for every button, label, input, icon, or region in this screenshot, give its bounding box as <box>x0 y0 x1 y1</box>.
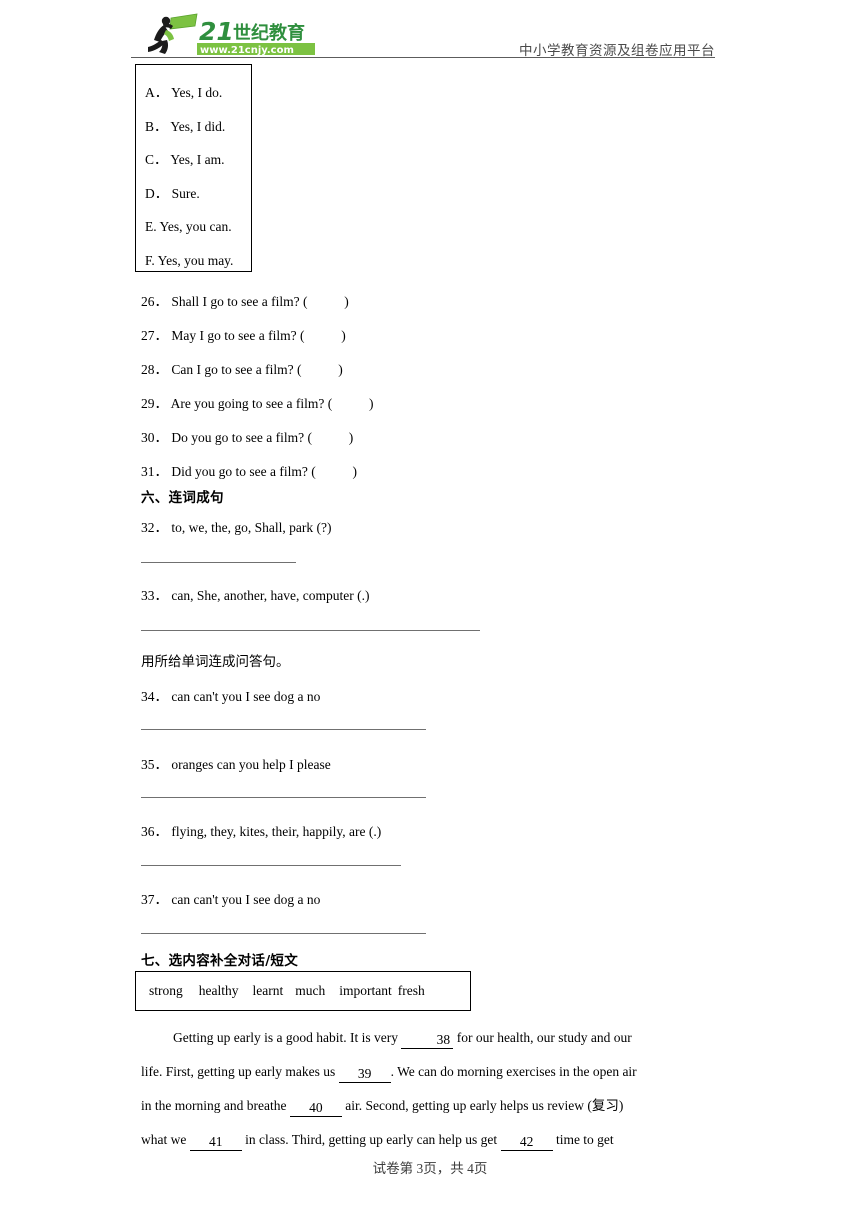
question-30: 30． Do you go to see a film? ( ) <box>141 426 353 446</box>
question-32-text: to, we, the, go, Shall, park (?) <box>171 520 332 535</box>
header-tagline: 中小学教育资源及组卷应用平台 <box>519 43 715 58</box>
question-31-text: Did you go to see a film? ( <box>171 464 316 479</box>
passage-line-2: life. First, getting up early makes us 3… <box>141 1055 711 1089</box>
logo-url: www.21cnjy.com <box>197 43 315 56</box>
page-header: 21 世纪教育 www.21cnjy.com 中小学教育资源及组卷应用平台 <box>131 12 715 58</box>
svg-text:21: 21 <box>199 17 234 46</box>
question-33-number: 33． <box>141 588 168 603</box>
passage-text-1b: for our health, our study and our <box>453 1030 632 1045</box>
question-31-number: 31． <box>141 464 168 479</box>
runner-icon <box>148 13 198 54</box>
question-31: 31． Did you go to see a film? ( ) <box>141 460 357 480</box>
passage-text-3b: air. Second, getting up early helps us r… <box>341 1098 624 1113</box>
passage-line-3: in the morning and breathe 40 air. Secon… <box>141 1089 711 1123</box>
option-item-c: C． Yes, I am. <box>145 152 225 167</box>
question-33: 33． can, She, another, have, computer (.… <box>141 584 370 604</box>
question-28-number: 28． <box>141 362 168 377</box>
word-bank-item-much: much <box>295 983 326 998</box>
section-six-instruction: 用所给单词连成问答句。 <box>141 654 290 669</box>
answer-line-33[interactable] <box>141 630 480 631</box>
svg-text:世纪教育: 世纪教育 <box>233 22 305 44</box>
word-bank-item-strong: strong <box>149 983 183 998</box>
word-bank-item-healthy: healthy <box>198 983 239 998</box>
question-29-text: Are you going to see a film? ( <box>170 396 333 411</box>
word-bank-item-learnt: learnt <box>252 983 284 998</box>
section-heading-six: 六、连词成句 <box>141 490 224 506</box>
answer-line-32[interactable] <box>141 562 296 563</box>
option-item-a: A． Yes, I do. <box>145 85 223 100</box>
question-28: 28． Can I go to see a film? ( ) <box>141 358 343 378</box>
question-33-text: can, She, another, have, computer (.) <box>171 588 370 603</box>
question-36: 36． flying, they, kites, their, happily,… <box>141 820 381 840</box>
option-item-d: D． Sure. <box>145 185 200 201</box>
option-item-e: E. Yes, you can. <box>145 219 232 234</box>
question-26-text: Shall I go to see a film? ( <box>171 294 308 309</box>
cloze-blank-39[interactable]: 39 <box>338 1065 391 1083</box>
cloze-blank-38[interactable]: 38 <box>401 1031 454 1049</box>
section-heading-seven: 七、选内容补全对话/短文 <box>141 953 299 969</box>
question-30-text: Do you go to see a film? ( <box>171 430 312 445</box>
passage-text-4c: time to get <box>552 1132 614 1147</box>
cloze-blank-41[interactable]: 41 <box>189 1133 242 1151</box>
question-35-number: 35． <box>141 757 168 772</box>
question-29-number: 29． <box>141 396 168 411</box>
exam-page: 21 世纪教育 www.21cnjy.com 中小学教育资源及组卷应用平台 A．… <box>0 0 860 1216</box>
question-35-text: oranges can you help I please <box>171 757 331 772</box>
question-27-close: ) <box>341 328 346 343</box>
passage-text-3a: in the morning and breathe <box>141 1098 290 1113</box>
cloze-blank-40[interactable]: 40 <box>289 1099 342 1117</box>
cloze-passage: Getting up early is a good habit. It is … <box>141 1021 711 1157</box>
answer-line-35[interactable] <box>141 797 426 798</box>
word-bank-item-important: important <box>339 983 392 998</box>
question-29-close: ) <box>368 396 374 411</box>
option-item-f: F. Yes, you may. <box>145 252 234 268</box>
question-26: 26． Shall I go to see a film? ( ) <box>141 290 349 310</box>
passage-text-4a: what we <box>141 1132 190 1147</box>
option-bank-box: A． Yes, I do. B． Yes, I did. C． Yes, I a… <box>135 64 252 272</box>
answer-line-36[interactable] <box>141 865 401 866</box>
question-30-close: ) <box>348 430 354 445</box>
passage-line-4: what we 41 in class. Third, getting up e… <box>141 1123 711 1157</box>
question-34: 34． can can't you I see dog a no <box>141 685 320 705</box>
question-34-text: can can't you I see dog a no <box>171 689 321 704</box>
option-item-b: B． Yes, I did. <box>145 118 226 134</box>
question-27-number: 27． <box>141 328 168 343</box>
question-37-number: 37． <box>141 892 168 907</box>
passage-text-4b: in class. Third, getting up early can he… <box>241 1132 501 1147</box>
answer-line-37[interactable] <box>141 933 426 934</box>
answer-line-34[interactable] <box>141 729 426 730</box>
question-27-text: May I go to see a film? ( <box>171 328 305 343</box>
svg-text:www.21cnjy.com: www.21cnjy.com <box>200 45 294 56</box>
brand-logo: 21 世纪教育 www.21cnjy.com <box>139 12 329 58</box>
question-26-number: 26． <box>141 294 168 309</box>
passage-text-1a: Getting up early is a good habit. It is … <box>173 1030 402 1045</box>
logo-wordmark: 21 世纪教育 <box>199 17 305 46</box>
word-bank-item-fresh: fresh <box>397 983 425 998</box>
question-30-number: 30． <box>141 430 168 445</box>
cloze-blank-42[interactable]: 42 <box>500 1133 553 1151</box>
passage-text-2b: . We can do morning exercises in the ope… <box>390 1064 637 1079</box>
question-32: 32． to, we, the, go, Shall, park (?) <box>141 516 331 536</box>
question-28-text: Can I go to see a film? ( <box>171 362 302 377</box>
question-36-text: flying, they, kites, their, happily, are… <box>171 824 382 839</box>
question-35: 35． oranges can you help I please <box>141 753 331 773</box>
question-28-close: ) <box>338 362 343 377</box>
page-footer: 试卷第 3页，共 4页 <box>372 1161 488 1176</box>
passage-line-1: Getting up early is a good habit. It is … <box>141 1021 711 1055</box>
question-34-number: 34． <box>141 689 168 704</box>
question-27: 27． May I go to see a film? ( ) <box>141 324 346 344</box>
question-26-close: ) <box>344 294 349 309</box>
question-37-text: can can't you I see dog a no <box>171 892 321 907</box>
question-29: 29． Are you going to see a film? ( ) <box>141 392 373 412</box>
question-37: 37． can can't you I see dog a no <box>141 888 320 908</box>
header-divider <box>131 57 715 58</box>
passage-text-2a: life. First, getting up early makes us <box>141 1064 339 1079</box>
question-32-number: 32． <box>141 520 168 535</box>
word-bank-box: strong healthy learnt much important fre… <box>135 971 471 1011</box>
question-36-number: 36． <box>141 824 168 839</box>
question-31-close: ) <box>352 464 357 479</box>
